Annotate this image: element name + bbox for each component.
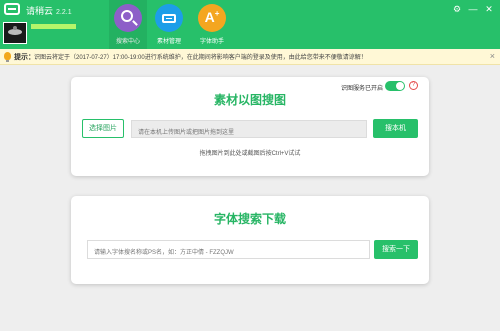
nav-search-center[interactable]: 搜索中心 xyxy=(109,0,147,49)
app-logo-icon xyxy=(4,3,20,15)
help-icon[interactable]: ? xyxy=(409,81,418,90)
notice-bar: 提示： 识图云将定于（2017-07-27）17:00-19:00进行系统维护，… xyxy=(0,49,500,65)
nav-search-circle xyxy=(114,4,142,32)
title-bar: 请稍云 2.2.1 搜索中心 素材管理 A+ 字体助手 ⚙ — ✕ xyxy=(0,0,500,49)
image-search-panel: 识图服务已开启 ? 素材以图搜图 选择图片 搜本机 拖拽图片到此处或截图后按Ct… xyxy=(71,77,429,176)
drag-hint: 拖拽图片到此处或截图后按Ctrl+V试试 xyxy=(199,151,301,157)
magnifier-icon xyxy=(121,10,133,22)
select-image-button[interactable]: 选择图片 xyxy=(82,119,124,138)
font-search-panel: 字体搜索下载 搜索一下 xyxy=(71,196,429,284)
image-path-input[interactable] xyxy=(132,125,366,141)
image-search-title: 素材以图搜图 xyxy=(213,93,286,107)
settings-icon[interactable]: ⚙ xyxy=(450,3,464,15)
app-name: 请稍云 xyxy=(26,6,54,16)
font-search-title: 字体搜索下载 xyxy=(213,212,286,226)
nav-font-assistant[interactable]: A+ 字体助手 xyxy=(195,4,229,45)
app-version: 2.2.1 xyxy=(56,9,72,16)
minimize-icon[interactable]: — xyxy=(466,3,480,15)
font-search-field[interactable] xyxy=(87,240,370,262)
font-assistant-glyph: A xyxy=(204,9,215,25)
window-controls: ⚙ — ✕ xyxy=(450,3,496,15)
nav-material-label: 素材管理 xyxy=(156,39,181,45)
service-toggle[interactable] xyxy=(385,81,405,91)
font-search-input[interactable] xyxy=(88,244,369,262)
app-title: 请稍云 2.2.1 xyxy=(26,4,72,17)
avatar[interactable] xyxy=(3,22,27,44)
user-name-bar xyxy=(31,24,76,29)
search-local-button[interactable]: 搜本机 xyxy=(373,119,418,138)
font-search-button[interactable]: 搜索一下 xyxy=(374,240,418,259)
nav-font-circle: A+ xyxy=(198,4,226,32)
nav-material-circle xyxy=(155,4,183,32)
font-assistant-icon: A+ xyxy=(204,9,220,25)
image-drop-field[interactable] xyxy=(131,120,367,141)
nav-material-manager[interactable]: 素材管理 xyxy=(152,4,186,45)
notice-label: 提示： xyxy=(14,54,35,61)
lightbulb-icon xyxy=(4,52,11,62)
drive-icon xyxy=(162,14,176,23)
close-icon[interactable]: ✕ xyxy=(482,3,496,15)
notice-text: 识图云将定于（2017-07-27）17:00-19:00进行系统维护，在此期间… xyxy=(34,55,367,61)
nav-font-label: 字体助手 xyxy=(199,39,224,45)
notice-close-icon[interactable]: × xyxy=(490,51,495,61)
